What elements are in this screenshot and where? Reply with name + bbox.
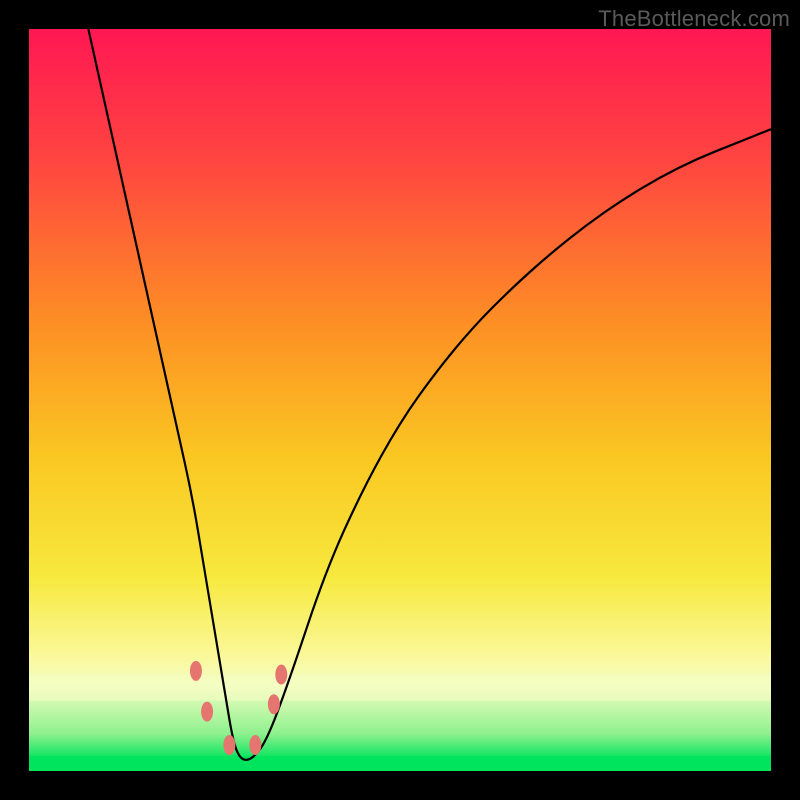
gradient-background xyxy=(29,29,771,771)
marker-right-lower xyxy=(268,694,280,714)
marker-min-right xyxy=(249,735,261,755)
marker-left-lower xyxy=(201,702,213,722)
chart-plot-area xyxy=(29,29,771,771)
chart-svg xyxy=(29,29,771,771)
threshold-band xyxy=(29,675,771,701)
marker-right-upper xyxy=(275,665,287,685)
marker-min-left xyxy=(223,735,235,755)
marker-left-upper xyxy=(190,661,202,681)
optimum-band xyxy=(29,756,771,771)
